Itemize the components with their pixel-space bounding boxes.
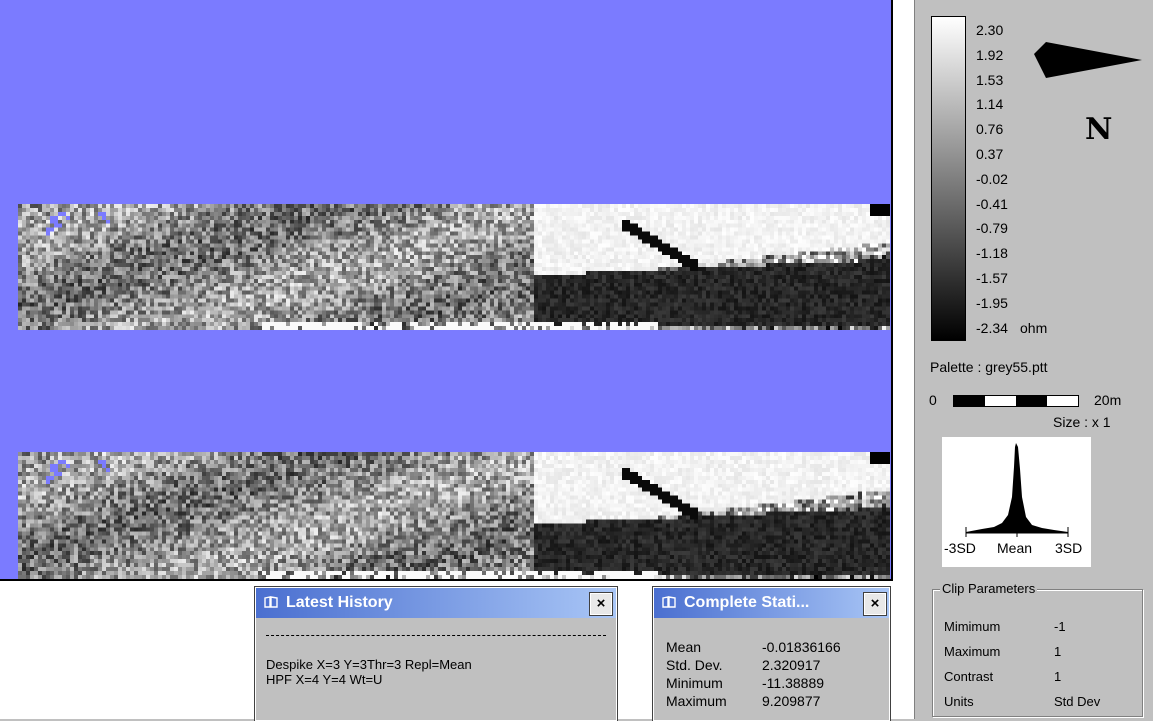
clip-label-maximum: Maximum xyxy=(944,644,1001,659)
close-button[interactable]: × xyxy=(589,592,613,616)
latest-history-window[interactable]: Latest History × Despike X=3 Y=3Thr=3 Re… xyxy=(254,586,618,721)
stat-label-minimum: Minimum xyxy=(666,675,723,691)
color-scale-tick: -0.02 xyxy=(976,170,1008,187)
color-scale-unit: ohm xyxy=(1020,320,1048,336)
document-icon xyxy=(662,596,676,608)
scale-start: 0 xyxy=(929,392,937,408)
north-label: N xyxy=(1085,112,1113,147)
histogram-center-label: Mean xyxy=(997,540,1033,556)
survey-strip-bottom[interactable] xyxy=(18,452,890,579)
clip-label-minimum: Mimimum xyxy=(944,619,1001,634)
color-scale-tick: -1.18 xyxy=(976,245,1008,262)
color-scale-tick: 1.53 xyxy=(976,71,1004,88)
stat-value-mean: -0.01836166 xyxy=(762,639,841,655)
palette-label: Palette : grey55.ptt xyxy=(930,359,1048,375)
color-scale-tick: 0.76 xyxy=(976,121,1004,138)
clip-value-maximum: 1 xyxy=(1054,644,1062,659)
color-scale-tick: -0.79 xyxy=(976,220,1008,237)
color-scale-tick: -1.95 xyxy=(976,294,1008,311)
stat-label-maximum: Maximum xyxy=(666,693,727,709)
histogram-left-label: -3SD xyxy=(944,540,976,556)
close-button[interactable]: × xyxy=(863,592,887,616)
clip-parameters-title: Clip Parameters xyxy=(940,581,1038,596)
history-line: HPF X=4 Y=4 Wt=U xyxy=(266,672,383,687)
color-scale-tick: 1.14 xyxy=(976,96,1004,113)
stat-label-mean: Mean xyxy=(666,639,702,655)
sidebar-divider-shadow xyxy=(914,0,915,719)
color-scale-tick: -2.34 xyxy=(976,319,1008,336)
clip-label-units: Units xyxy=(944,694,974,709)
complete-statistics-body: Mean -0.01836166 Std. Dev. 2.320917 Mini… xyxy=(654,619,889,720)
clip-label-contrast: Contrast xyxy=(944,669,994,684)
color-scale-tick: -1.57 xyxy=(976,270,1008,286)
document-icon xyxy=(264,596,278,608)
latest-history-titlebar[interactable]: Latest History × xyxy=(256,588,616,618)
stat-value-maximum: 9.209877 xyxy=(762,693,821,709)
histogram-panel: -3SD Mean 3SD xyxy=(942,437,1091,567)
scale-bar xyxy=(953,395,1079,407)
clip-value-contrast: 1 xyxy=(1054,669,1062,684)
color-scale-tick: 0.37 xyxy=(976,146,1004,162)
color-scale-tick: -0.41 xyxy=(976,195,1008,212)
north-arrow-icon xyxy=(1034,42,1142,78)
complete-statistics-title: Complete Stati... xyxy=(684,594,810,611)
history-line: Despike X=3 Y=3Thr=3 Repl=Mean xyxy=(266,657,472,672)
resistance-plot[interactable] xyxy=(0,0,893,581)
stat-value-minimum: -11.38889 xyxy=(762,675,825,691)
history-separator xyxy=(266,635,606,636)
clip-value-minimum: -1 xyxy=(1054,619,1066,634)
complete-statistics-titlebar[interactable]: Complete Stati... × xyxy=(654,588,889,618)
complete-statistics-window[interactable]: Complete Stati... × Mean -0.01836166 Std… xyxy=(652,586,891,721)
scale-end: 20m xyxy=(1094,392,1122,408)
survey-strip-top[interactable] xyxy=(18,204,890,330)
latest-history-title: Latest History xyxy=(286,594,393,611)
latest-history-body: Despike X=3 Y=3Thr=3 Repl=Mean HPF X=4 Y… xyxy=(256,619,616,720)
histogram-right-label: 3SD xyxy=(1055,540,1083,556)
color-scale-tick: 2.30 xyxy=(976,22,1004,38)
stat-value-std-dev: 2.320917 xyxy=(762,657,821,673)
scale-size: Size : x 1 xyxy=(1053,414,1111,430)
clip-value-units: Std Dev xyxy=(1054,694,1101,709)
stat-label-std-dev: Std. Dev. xyxy=(666,657,723,673)
color-scale-bar xyxy=(931,16,966,341)
color-scale-tick: 1.92 xyxy=(976,46,1004,63)
